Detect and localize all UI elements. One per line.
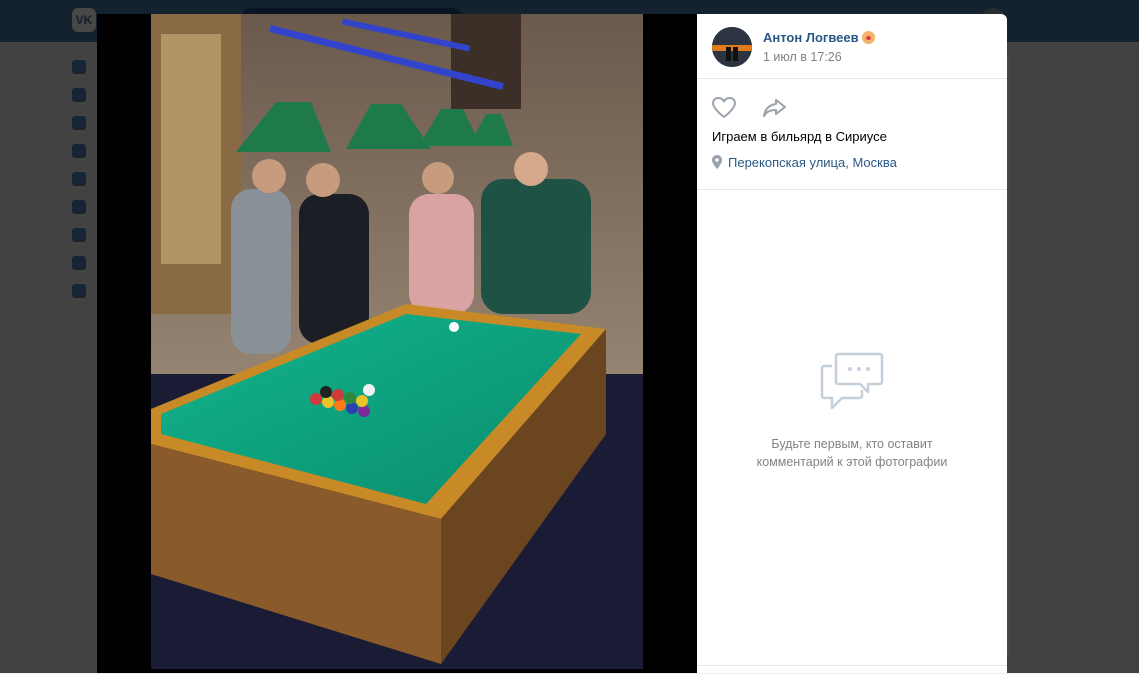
location-link[interactable]: Перекопская улица, Москва <box>712 155 897 170</box>
photo-area[interactable] <box>97 14 697 673</box>
post-actions: Играем в бильярд в Сириусе Перекопская у… <box>697 78 1007 190</box>
comments-empty-state: Будьте первым, кто оставит комментарий к… <box>697 190 1007 664</box>
billiards-photo-illustration <box>151 14 643 669</box>
share-button[interactable] <box>761 96 789 120</box>
author-avatar-image <box>712 27 752 67</box>
billiards-photo[interactable] <box>151 14 643 669</box>
comments-icon <box>820 352 884 410</box>
photo-sidebar: Антон Логвеев 1 июл в 17:26 Играем в бил… <box>697 14 1007 673</box>
author-name-text[interactable]: Антон Логвеев <box>763 30 859 45</box>
author-block: Антон Логвеев 1 июл в 17:26 <box>697 14 1007 79</box>
heart-icon <box>712 97 736 118</box>
comments-empty-text: Будьте первым, кто оставит комментарий к… <box>727 435 977 471</box>
author-avatar[interactable] <box>712 27 752 67</box>
like-button[interactable] <box>711 96 737 120</box>
author-name[interactable]: Антон Логвеев <box>763 30 875 45</box>
location-pin-icon <box>712 155 722 169</box>
photo-caption: Играем в бильярд в Сириусе <box>712 129 887 144</box>
photo-viewer: Антон Логвеев 1 июл в 17:26 Играем в бил… <box>97 14 1007 673</box>
share-icon <box>763 99 786 117</box>
comments-empty-line1: Будьте первым, кто оставит <box>771 437 933 451</box>
clown-emoji-icon <box>861 31 875 44</box>
post-date[interactable]: 1 июл в 17:26 <box>763 50 842 64</box>
location-text[interactable]: Перекопская улица, Москва <box>728 155 897 170</box>
comments-empty-line2: комментарий к этой фотографии <box>756 455 948 469</box>
